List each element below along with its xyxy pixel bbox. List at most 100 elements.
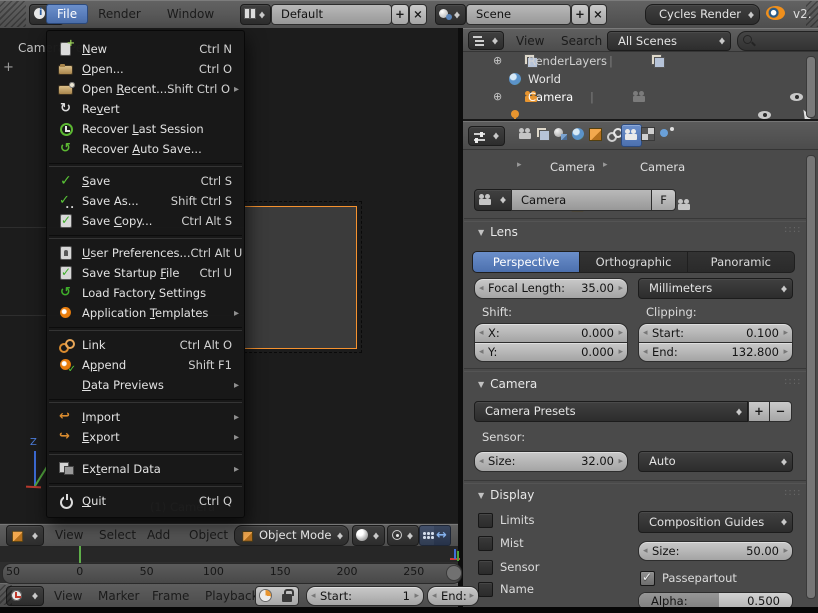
menu-item-revert[interactable]: Revert — [47, 99, 244, 119]
menu-item-link[interactable]: LinkCtrl Alt O — [47, 335, 244, 355]
menu-item-save-copy[interactable]: Save Copy...Ctrl Alt S — [47, 211, 244, 231]
close-scene-button[interactable]: × — [589, 4, 607, 25]
camera-data-selector[interactable] — [474, 189, 512, 211]
shift-y-slider[interactable]: Y: 0.000 — [474, 342, 628, 362]
clip-start-slider[interactable]: Start: 0.100 — [638, 323, 793, 343]
timeline-menu-frame[interactable]: Frame — [152, 586, 189, 606]
lock-button[interactable] — [277, 586, 299, 606]
draw-size-slider[interactable]: Size: 50.00 — [638, 541, 793, 561]
close-layout-button[interactable]: × — [409, 4, 427, 25]
timeline-scrollbar[interactable] — [2, 563, 462, 584]
menu-item-save-startup-file[interactable]: Save Startup FileCtrl U — [47, 263, 244, 283]
viewport-menu-view[interactable]: View — [55, 525, 83, 545]
outliner-search-field[interactable] — [737, 31, 818, 51]
menu-item-export[interactable]: Export▸ — [47, 427, 244, 447]
screen-layout-selector[interactable] — [240, 4, 271, 25]
viewport-menu-select[interactable]: Select — [99, 525, 136, 545]
outliner-item-label[interactable]: RenderLayers — [528, 52, 607, 70]
menu-item-open[interactable]: Open...Ctrl O — [47, 59, 244, 79]
limits-checkbox[interactable] — [478, 513, 493, 528]
menu-item-append[interactable]: AppendShift F1 — [47, 355, 244, 375]
outliner-row-camera[interactable]: Camera| — [462, 88, 818, 106]
editor-type-selector-outliner[interactable] — [468, 31, 504, 50]
add-layout-button[interactable]: + — [391, 4, 409, 25]
menu-item-open-recent[interactable]: Open Recent...Shift Ctrl O▸ — [47, 79, 244, 99]
sensor-fit-selector[interactable]: Auto — [638, 451, 793, 472]
outliner-menu-search[interactable]: Search — [561, 31, 602, 51]
timeline-menu-marker[interactable]: Marker — [98, 586, 139, 606]
region-expand-handle[interactable]: + — [3, 60, 14, 75]
panel-grip-dots[interactable]: :::: — [784, 376, 801, 387]
viewport-menu-object[interactable]: Object — [189, 525, 228, 545]
mode-selector[interactable]: Object Mode — [234, 525, 349, 546]
outliner-row-renderlayers[interactable]: RenderLayers| — [462, 52, 818, 70]
lens-type-perspective[interactable]: Perspective — [473, 252, 579, 272]
camera-view-frame[interactable] — [244, 206, 357, 349]
manipulator-axis-icon[interactable] — [448, 548, 464, 562]
tab-world[interactable] — [569, 124, 588, 145]
tab-render-layers[interactable] — [534, 124, 553, 145]
translate-manipulator-button[interactable] — [434, 525, 451, 546]
menu-item-new[interactable]: NewCtrl N — [47, 39, 244, 59]
display-panel-header[interactable]: ▼Display — [478, 488, 534, 502]
menu-item-recover-auto-save[interactable]: Recover Auto Save... — [47, 139, 244, 159]
outliner-scrollbar[interactable] — [806, 56, 816, 118]
frame-end-field[interactable]: End: — [427, 586, 479, 606]
expand-icon[interactable] — [492, 54, 508, 68]
menu-item-load-factory-settings[interactable]: Load Factory Settings — [47, 283, 244, 303]
menu-item-save[interactable]: SaveCtrl S — [47, 171, 244, 191]
viewport-menu-add[interactable]: Add — [147, 525, 170, 545]
timeline-menu-playback[interactable]: Playback — [205, 586, 259, 606]
tab-texture[interactable] — [639, 124, 658, 145]
tab-constraints[interactable] — [604, 124, 623, 145]
tab-render[interactable] — [516, 124, 535, 145]
frame-start-field[interactable]: Start: 1 — [306, 586, 424, 606]
breadcrumb-object-label[interactable]: Camera — [550, 160, 595, 174]
outliner-item-label[interactable]: World — [528, 70, 561, 88]
preset-remove-button[interactable]: − — [769, 401, 792, 422]
menu-item-quit[interactable]: QuitCtrl Q — [47, 491, 244, 511]
breadcrumb-data-label[interactable]: Camera — [640, 160, 685, 174]
render-engine-selector[interactable]: Cycles Render — [645, 4, 760, 25]
clip-end-slider[interactable]: End: 132.800 — [638, 342, 793, 362]
lens-panel-header[interactable]: ▼Lens — [478, 225, 518, 239]
breadcrumb-data-icon[interactable] — [677, 198, 693, 212]
menu-item-save-as[interactable]: Save As...Shift Ctrl S — [47, 191, 244, 211]
menu-item-user-preferences[interactable]: User Preferences...Ctrl Alt U — [47, 243, 244, 263]
screen-layout-name-field[interactable]: Default — [271, 4, 392, 25]
mist-checkbox[interactable] — [478, 536, 493, 551]
timeline-scrollbar-knob[interactable] — [446, 565, 462, 581]
editor-type-selector-3dview[interactable] — [6, 525, 44, 546]
add-scene-button[interactable]: + — [571, 4, 589, 25]
outliner-row-world[interactable]: World — [462, 70, 818, 88]
camera-data-name-field[interactable]: Camera — [511, 189, 652, 211]
timeline-canvas[interactable] — [0, 546, 462, 562]
panel-grip-dots[interactable]: :::: — [784, 487, 801, 498]
eye-icon[interactable] — [790, 90, 806, 104]
scene-name-field[interactable]: Scene — [466, 4, 571, 25]
menubar-item-window[interactable]: Window — [167, 4, 214, 24]
passepartout-checkbox[interactable] — [640, 571, 655, 586]
preset-add-button[interactable]: + — [748, 401, 770, 422]
editor-type-selector-properties[interactable] — [468, 126, 505, 146]
autokey-mode-button[interactable] — [255, 586, 278, 606]
tab-physics[interactable] — [656, 124, 675, 145]
expand-icon[interactable] — [492, 90, 508, 104]
fake-user-button[interactable]: F — [651, 189, 676, 211]
menu-item-application-templates[interactable]: Application Templates▸ — [47, 303, 244, 323]
shift-x-slider[interactable]: X: 0.000 — [474, 323, 628, 343]
menubar-item-render[interactable]: Render — [98, 4, 141, 24]
scene-selector[interactable] — [435, 4, 466, 25]
sensor-size-slider[interactable]: Size: 32.00 — [474, 451, 628, 472]
lens-unit-selector[interactable]: Millimeters — [638, 278, 793, 299]
focal-length-slider[interactable]: Focal Length: 35.00 — [474, 278, 628, 299]
menu-item-external-data[interactable]: External Data▸ — [47, 459, 244, 479]
menu-item-recover-last-session[interactable]: Recover Last Session — [47, 119, 244, 139]
outliner-filter-selector[interactable]: All Scenes — [607, 31, 731, 51]
vertical-gutter[interactable] — [458, 28, 463, 607]
name-checkbox[interactable] — [478, 582, 493, 597]
camera-presets-selector[interactable]: Camera Presets — [474, 401, 748, 422]
camera-panel-header[interactable]: ▼Camera — [478, 377, 537, 391]
panel-grip-dots[interactable]: :::: — [784, 224, 801, 235]
sensor-checkbox[interactable] — [478, 560, 493, 575]
